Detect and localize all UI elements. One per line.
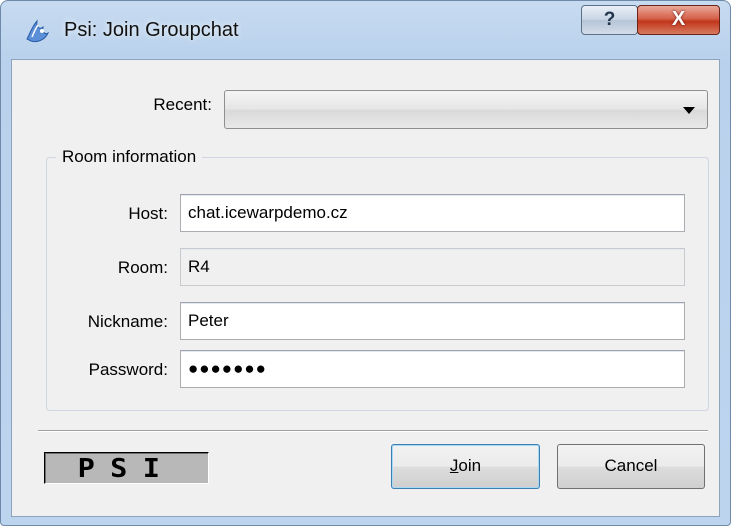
room-information-title: Room information [56,147,203,167]
help-button[interactable]: ? [581,5,638,35]
host-input[interactable]: chat.icewarpdemo.cz [180,194,685,232]
password-label: Password: [88,360,168,379]
psi-app-icon [26,19,50,43]
nickname-label: Nickname: [87,312,168,331]
title-bar[interactable]: Psi: Join Groupchat ? X [1,1,730,59]
question-mark-icon: ? [603,9,616,30]
chevron-down-icon [683,107,695,114]
room-label: Room: [117,258,168,277]
dialog-body: Recent: Room information Host: chat.icew… [11,59,720,517]
join-button[interactable]: Join [391,444,540,489]
join-groupchat-window: Psi: Join Groupchat ? X Recent: Room inf… [0,0,731,526]
psi-logo: PSI [44,452,209,484]
password-input[interactable]: ●●●●●●● [180,350,685,388]
room-input[interactable]: R4 [180,248,685,286]
window-title: Psi: Join Groupchat [64,19,239,41]
psi-logo-text: PSI [77,454,176,484]
close-button[interactable]: X [637,5,720,35]
footer-separator [38,430,708,432]
recent-dropdown[interactable] [224,90,708,129]
nickname-input[interactable]: Peter [180,302,685,340]
recent-label: Recent: [153,95,212,114]
close-icon: X [671,8,686,30]
join-label: oin [458,456,482,475]
cancel-button[interactable]: Cancel [557,444,705,489]
host-label: Host: [128,204,168,223]
